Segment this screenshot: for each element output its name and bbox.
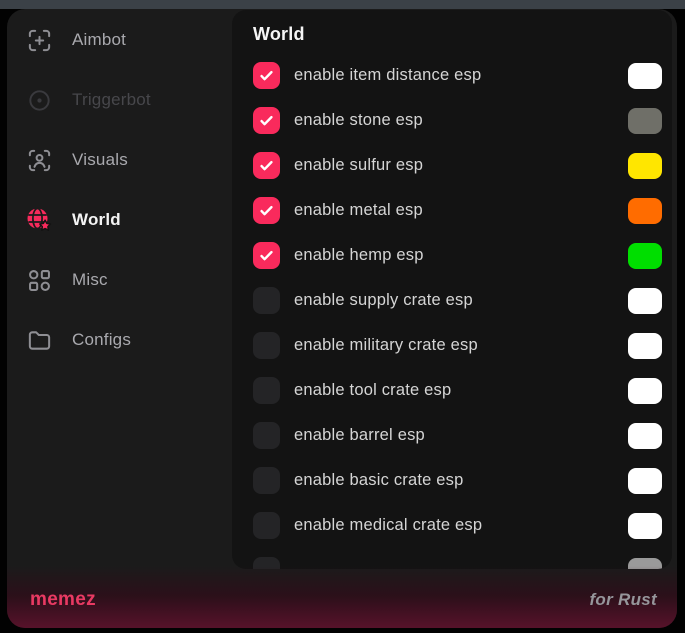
esp-option-label: enable medical crate esp (294, 516, 628, 535)
sidebar-item-aimbot[interactable]: Aimbot (7, 10, 232, 70)
checkbox-basic-crate[interactable] (253, 467, 280, 494)
checkbox-metal[interactable] (253, 197, 280, 224)
checkbox-item-distance[interactable] (253, 62, 280, 89)
esp-option-row-supply-crate: enable supply crate esp (232, 278, 672, 323)
sidebar-item-label: World (72, 210, 121, 230)
esp-option-label: enable sulfur esp (294, 156, 628, 175)
color-swatch-supply-crate[interactable] (628, 288, 662, 314)
checkbox-barrel[interactable] (253, 422, 280, 449)
sidebar-item-label: Configs (72, 330, 131, 350)
sidebar-item-triggerbot[interactable]: Triggerbot (7, 70, 232, 130)
checkmark-icon (258, 247, 275, 264)
sidebar-item-label: Misc (72, 270, 108, 290)
checkbox-military-crate[interactable] (253, 332, 280, 359)
esp-option-label: enable stone esp (294, 111, 628, 130)
esp-option-row-item-distance: enable item distance esp (232, 53, 672, 98)
checkbox-supply-crate[interactable] (253, 287, 280, 314)
checkbox-medical-crate[interactable] (253, 512, 280, 539)
checkbox-hemp[interactable] (253, 242, 280, 269)
person-scan-icon (25, 146, 53, 174)
brand-name: memez (30, 589, 96, 611)
esp-option-row-barrel: enable barrel esp (232, 413, 672, 458)
sidebar-item-label: Triggerbot (72, 90, 151, 110)
desktop-top-strip (0, 0, 685, 9)
cheat-menu-window: AimbotTriggerbotVisualsWorldMiscConfigs … (7, 9, 677, 628)
color-swatch-military-crate[interactable] (628, 333, 662, 359)
color-swatch-basic-crate[interactable] (628, 468, 662, 494)
checkmark-icon (258, 157, 275, 174)
esp-option-row-metal: enable metal esp (232, 188, 672, 233)
sidebar-item-configs[interactable]: Configs (7, 310, 232, 370)
sidebar-item-misc[interactable]: Misc (7, 250, 232, 310)
folder-icon (25, 326, 53, 354)
world-panel: World enable item distance esp enable sto… (232, 10, 672, 569)
esp-option-row-medical-crate: enable medical crate esp (232, 503, 672, 548)
esp-option-row-hemp: enable hemp esp (232, 233, 672, 278)
crosshair-scan-icon (25, 26, 53, 54)
checkbox-stone[interactable] (253, 107, 280, 134)
esp-options-list[interactable]: enable item distance esp enable stone esp… (232, 53, 672, 569)
esp-option-label: enable military crate esp (294, 336, 628, 355)
color-swatch-metal[interactable] (628, 198, 662, 224)
checkmark-icon (258, 112, 275, 129)
color-swatch-hemp[interactable] (628, 243, 662, 269)
esp-option-label: enable supply crate esp (294, 291, 628, 310)
esp-option-label: enable tool crate esp (294, 381, 628, 400)
checkbox-sulfur[interactable] (253, 152, 280, 179)
grid-shapes-icon (25, 266, 53, 294)
checkmark-icon (258, 202, 275, 219)
color-swatch-stone[interactable] (628, 108, 662, 134)
color-swatch-barrel[interactable] (628, 423, 662, 449)
color-swatch-item-distance[interactable] (628, 63, 662, 89)
circle-dot-icon (25, 86, 53, 114)
esp-option-label: enable item distance esp (294, 66, 628, 85)
esp-option-row-basic-crate: enable basic crate esp (232, 458, 672, 503)
footer-bar: memez for Rust (7, 566, 677, 628)
esp-option-label: enable metal esp (294, 201, 628, 220)
globe-star-icon (25, 206, 53, 234)
checkbox-tool-crate[interactable] (253, 377, 280, 404)
esp-option-row-stone: enable stone esp (232, 98, 672, 143)
panel-title: World (253, 23, 672, 45)
sidebar-item-label: Visuals (72, 150, 128, 170)
sidebar-item-visuals[interactable]: Visuals (7, 130, 232, 190)
color-swatch-medical-crate[interactable] (628, 513, 662, 539)
sidebar-item-label: Aimbot (72, 30, 126, 50)
esp-option-row-sulfur: enable sulfur esp (232, 143, 672, 188)
esp-option-row-military-crate: enable military crate esp (232, 323, 672, 368)
color-swatch-tool-crate[interactable] (628, 378, 662, 404)
sidebar-item-world[interactable]: World (7, 190, 232, 250)
esp-option-label: enable barrel esp (294, 426, 628, 445)
checkmark-icon (258, 67, 275, 84)
esp-option-label: enable hemp esp (294, 246, 628, 265)
color-swatch-sulfur[interactable] (628, 153, 662, 179)
sidebar-nav: Aimbot Triggerbot Visuals World Misc Configs (7, 9, 232, 628)
esp-option-row-tool-crate: enable tool crate esp (232, 368, 672, 413)
esp-option-label: enable basic crate esp (294, 471, 628, 490)
brand-tagline: for Rust (589, 590, 657, 610)
